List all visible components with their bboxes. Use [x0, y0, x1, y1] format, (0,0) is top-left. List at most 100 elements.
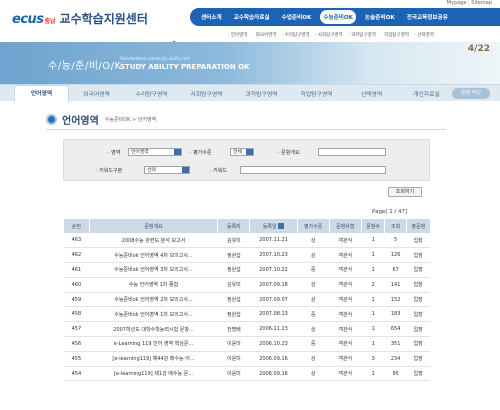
level-select[interactable]: 전체: [230, 148, 254, 156]
sub-nav-item[interactable]: · 과학탐구영역: [348, 33, 376, 38]
enter-link[interactable]: 입장: [406, 336, 430, 352]
chevron-down-icon: [246, 149, 253, 155]
table-row[interactable]: 456 e-Learning 119 언어 영역 핵심문... 이윤미 2006.10…: [63, 336, 430, 352]
table-row[interactable]: 463 2008수능 관련도 분석 보고서 김유미 2007.11.21 상 객관식 1 5 입…: [63, 233, 430, 249]
enter-link[interactable]: 입장: [406, 277, 430, 293]
tab-social[interactable]: 사회탐구영역: [179, 89, 234, 98]
table-cell: 중: [297, 262, 330, 278]
enter-link[interactable]: 입장: [406, 247, 430, 264]
table-cell: 455: [63, 351, 90, 367]
table-cell: 객관식: [329, 292, 362, 308]
sitemap-link[interactable]: Sitemap: [471, 0, 492, 6]
table-cell: 351: [384, 336, 407, 352]
table-row[interactable]: 458 수능준비ok 언어영역 1차 모의고사... 정완섭 2007.08.13 중 객…: [63, 306, 430, 323]
enter-link[interactable]: 입장: [406, 351, 430, 367]
main-nav-item-suneung-prep[interactable]: 수능준비OK: [320, 10, 356, 24]
table-cell: 객관식: [329, 306, 362, 323]
question-summary-link[interactable]: 수능준비ok 언어영역 4차 모의고사...: [89, 247, 218, 264]
enter-link[interactable]: 입장: [406, 306, 430, 323]
question-summary-link[interactable]: [e-learning119] 제1강 매수능 문...: [89, 366, 218, 382]
table-cell: 객관식: [329, 336, 362, 352]
keyword-type-label: · 키워드구분: [96, 168, 123, 174]
question-summary-link[interactable]: e-Learning 119 언어 영역 핵심문...: [89, 336, 218, 352]
table-cell: 상: [297, 366, 330, 382]
search-panel: · 영역 언어영역 · 평가수준 전체 · 문항개요 · 키워드구분 선택 · …: [63, 139, 430, 181]
sub-nav-item[interactable]: · 외국어영역: [253, 33, 277, 38]
tab-foreign-language[interactable]: 외국어영역: [69, 89, 124, 98]
main-nav-item-essay-prep[interactable]: 논술준비OK: [362, 10, 398, 24]
table-cell: 654: [384, 321, 407, 338]
table-cell: 460: [63, 277, 90, 293]
tab-elective[interactable]: 선택영역: [344, 89, 399, 98]
title-divider: [46, 129, 446, 130]
table-cell: 상: [297, 233, 330, 249]
question-list-table: 순번 문항개요 등록자 등록일 평가수준 문항유형 문항수 조회 출문항 463…: [63, 219, 430, 382]
table-cell: 234: [384, 351, 407, 367]
question-summary-link[interactable]: [e-learning119] 제44강 매수능 어...: [89, 351, 218, 367]
table-row[interactable]: 454 [e-learning119] 제1강 매수능 문... 이윤미 2006.0…: [63, 366, 430, 382]
sub-nav-item[interactable]: · 선택영역: [414, 33, 433, 38]
table-cell: 2007.10.22: [249, 262, 298, 278]
main-nav-item-materials[interactable]: 교수학습자료실: [231, 10, 273, 24]
table-row[interactable]: 459 수능준비ok 언어영역 2차 모의고사... 정완섭 2007.09.07 상 객…: [63, 292, 430, 308]
site-logo[interactable]: ecus 충남 교수학습지원센터: [12, 10, 148, 27]
logo-brand: ecus: [12, 12, 44, 27]
question-summary-link[interactable]: 수능 언어영역 1차 종합: [89, 277, 218, 293]
tab-language[interactable]: 언어영역: [14, 84, 69, 102]
tab-science[interactable]: 과학탐구영역: [234, 89, 289, 98]
enter-link[interactable]: 입장: [406, 321, 430, 338]
sub-nav-item[interactable]: · 사회탐구영역: [315, 33, 343, 38]
question-summary-link[interactable]: 2007학년도 대학수학능력시험 문항...: [89, 321, 218, 338]
col-header-sortable[interactable]: 등록일: [249, 219, 298, 233]
tab-personal-materials[interactable]: 개인자료실: [399, 89, 454, 98]
mypage-link[interactable]: Mypage: [447, 0, 467, 6]
top-links: Mypage | Sitemap: [446, 0, 492, 6]
table-cell: 461: [63, 262, 90, 278]
write-question-button[interactable]: 문항 작성: [452, 88, 490, 99]
table-cell: 2007.09.18: [249, 277, 298, 293]
enter-link[interactable]: 입장: [406, 262, 430, 278]
sub-nav-item[interactable]: · 직업탐구영역: [381, 33, 409, 38]
table-row[interactable]: 460 수능 언어영역 1차 종합 김유미 2007.09.18 상 객관식 2 141 입장: [63, 277, 430, 293]
keyword-type-select[interactable]: 선택: [144, 166, 190, 174]
table-cell: 중: [297, 336, 330, 352]
tab-math[interactable]: 수리탐구영역: [124, 89, 179, 98]
table-row[interactable]: 461 수능준비ok 언어영역 3차 모의고사... 정완섭 2007.10.22 중 객…: [63, 262, 430, 278]
sub-nav-item[interactable]: · 수리탐구영역: [282, 33, 310, 38]
table-row[interactable]: 457 2007학년도 대학수학능력시험 문항... 전명배 2006.11.23 상 객…: [63, 321, 430, 338]
page-indicator: Page[ 1 / 47]: [372, 209, 408, 215]
enter-link[interactable]: 입장: [406, 292, 430, 308]
table-cell: 463: [63, 233, 90, 249]
page-heading: 언어영역 수능준비OK > 언어영역: [46, 112, 156, 127]
sort-icon[interactable]: [278, 223, 285, 229]
question-summary-link[interactable]: 수능준비ok 언어영역 2차 모의고사...: [89, 292, 218, 308]
question-summary-link[interactable]: 2008수능 관련도 분석 보고서: [89, 233, 218, 249]
table-cell: 67: [384, 262, 407, 278]
area-label: · 영역: [108, 150, 121, 156]
sub-nav-item[interactable]: · 언어영역: [228, 33, 247, 38]
keyword-input[interactable]: [240, 166, 386, 174]
question-summary-link[interactable]: 수능준비ok 언어영역 3차 모의고사...: [89, 262, 218, 278]
table-row[interactable]: 462 수능준비ok 언어영역 4차 모의고사... 정완섭 2007.10.23 상 객…: [63, 247, 430, 264]
enter-link[interactable]: 입장: [406, 366, 430, 382]
enter-link[interactable]: 입장: [406, 233, 430, 249]
table-row[interactable]: 455 [e-learning119] 제44강 매수능 어... 이윤미 2006.…: [63, 351, 430, 367]
table-cell: 이윤미: [217, 336, 250, 352]
table-cell: 458: [63, 306, 90, 323]
question-summary-link[interactable]: 수능준비ok 언어영역 1차 모의고사...: [89, 306, 218, 323]
table-cell: 95: [384, 366, 407, 382]
logo-center-name: 교수학습지원센터: [59, 12, 148, 26]
area-select[interactable]: 언어영역: [128, 148, 182, 156]
summary-input[interactable]: [318, 148, 386, 156]
tab-vocational[interactable]: 직업탐구영역: [289, 89, 344, 98]
main-nav-item-center[interactable]: 센터소개: [198, 10, 225, 24]
search-submit-button[interactable]: 조회하기: [388, 187, 422, 197]
main-nav-item-class-prep[interactable]: 수업준비OK: [279, 10, 315, 24]
main-nav-item-info-share[interactable]: 전국교육정보공유: [404, 10, 451, 24]
table-cell: 1: [361, 247, 385, 264]
table-cell: 객관식: [329, 321, 362, 338]
table-cell: 2: [361, 277, 385, 293]
table-cell: 2007.09.07: [249, 292, 298, 308]
table-cell: 객관식: [329, 233, 362, 249]
sub-nav: · 언어영역 · 외국어영역 · 수리탐구영역 · 사회탐구영역 · 과학탐구영…: [228, 32, 438, 38]
